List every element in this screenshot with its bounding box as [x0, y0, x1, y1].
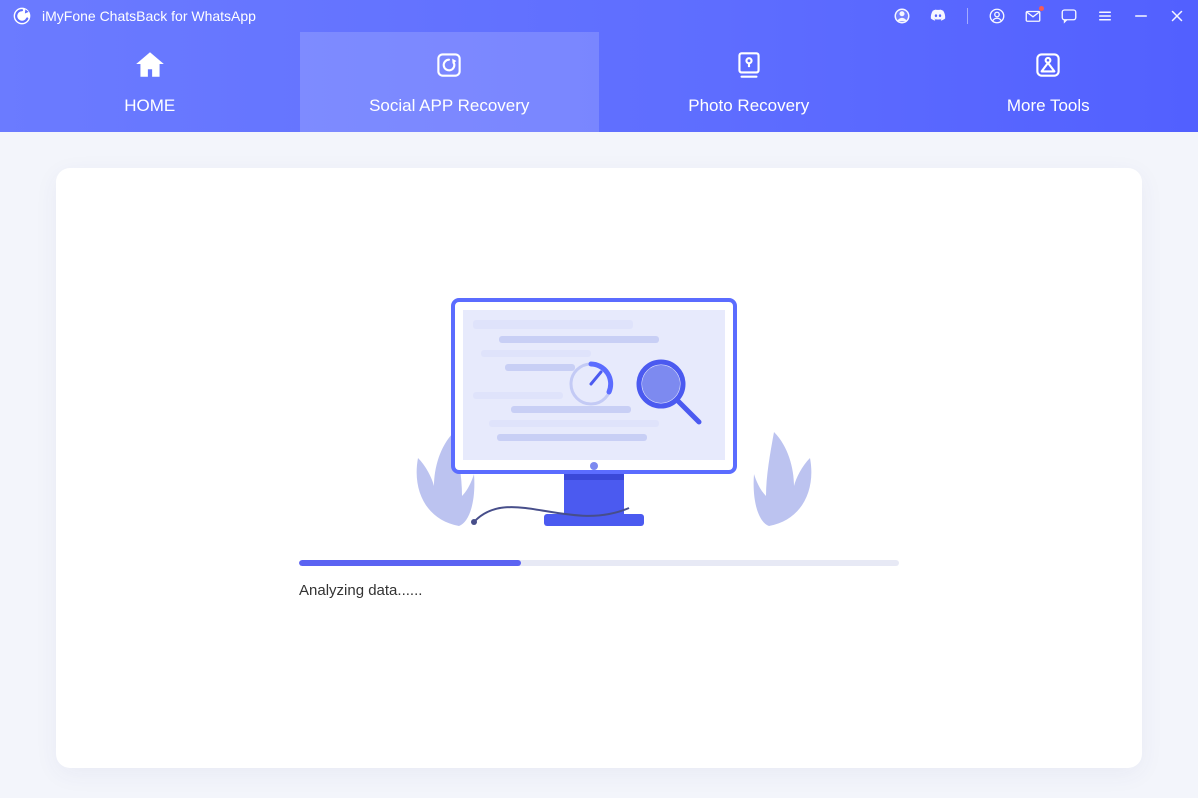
window-controls [893, 7, 1186, 25]
discord-icon[interactable] [929, 7, 947, 25]
tab-label: Photo Recovery [688, 96, 809, 116]
tools-icon [1031, 48, 1065, 82]
cable-icon [469, 474, 689, 534]
progress-bar [299, 560, 899, 566]
leaf-right-icon [747, 428, 837, 528]
home-icon [133, 48, 167, 82]
progress-fill [299, 560, 521, 566]
analyzing-illustration [409, 298, 789, 528]
menu-icon[interactable] [1096, 7, 1114, 25]
tab-social-app-recovery[interactable]: Social APP Recovery [300, 32, 600, 132]
tab-label: Social APP Recovery [369, 96, 529, 116]
separator [967, 8, 968, 24]
content-area: Analyzing data...... [0, 132, 1198, 798]
progress-section: Analyzing data...... [299, 560, 899, 599]
feedback-icon[interactable] [1060, 7, 1078, 25]
account-icon[interactable] [988, 7, 1006, 25]
mail-icon[interactable] [1024, 7, 1042, 25]
main-nav: HOME Social APP Recovery Photo Recovery … [0, 32, 1198, 132]
app-logo-icon [12, 6, 32, 26]
support-icon[interactable] [893, 7, 911, 25]
close-button[interactable] [1168, 7, 1186, 25]
minimize-button[interactable] [1132, 7, 1150, 25]
tab-label: More Tools [1007, 96, 1090, 116]
status-text: Analyzing data...... [299, 582, 899, 599]
tab-home[interactable]: HOME [0, 32, 300, 132]
photo-recovery-icon [732, 48, 766, 82]
tab-photo-recovery[interactable]: Photo Recovery [599, 32, 899, 132]
progress-card: Analyzing data...... [56, 168, 1142, 768]
refresh-app-icon [432, 48, 466, 82]
app-window: iMyFone ChatsBack for WhatsApp [0, 0, 1198, 798]
tab-more-tools[interactable]: More Tools [899, 32, 1198, 132]
tab-label: HOME [124, 96, 175, 116]
titlebar: iMyFone ChatsBack for WhatsApp [0, 0, 1198, 32]
app-title: iMyFone ChatsBack for WhatsApp [42, 8, 256, 24]
